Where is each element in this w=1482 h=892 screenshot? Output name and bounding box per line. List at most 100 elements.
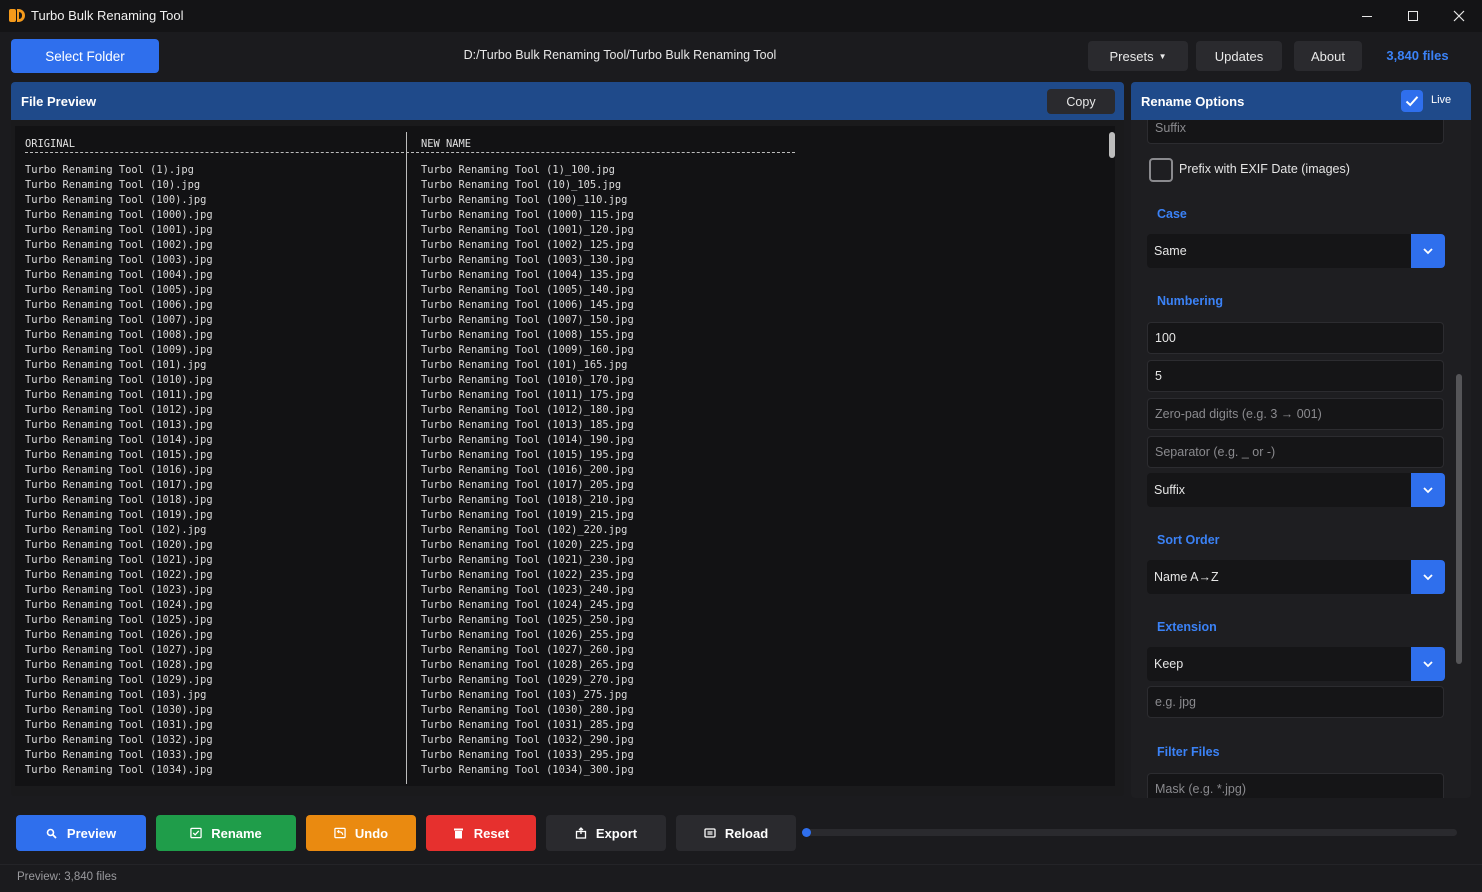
new-filename: Turbo Renaming Tool (101)_165.jpg	[421, 359, 628, 371]
chevron-down-icon[interactable]	[1411, 647, 1445, 681]
select-folder-button[interactable]: Select Folder	[11, 39, 159, 73]
title-bar: Turbo Bulk Renaming Tool	[0, 0, 1482, 32]
reload-label: Reload	[724, 825, 769, 841]
new-filename: Turbo Renaming Tool (1010)_170.jpg	[421, 374, 634, 386]
preview-row: Turbo Renaming Tool (1021).jpg Turbo Rena…	[15, 553, 1105, 568]
minimize-button[interactable]	[1344, 0, 1390, 32]
rename-options-header: Rename Options Live	[1131, 82, 1471, 120]
new-filename: Turbo Renaming Tool (1018)_210.jpg	[421, 494, 634, 506]
case-dropdown[interactable]: Same	[1147, 234, 1445, 268]
close-button[interactable]	[1436, 0, 1482, 32]
original-filename: Turbo Renaming Tool (1001).jpg	[25, 224, 213, 236]
copy-button[interactable]: Copy	[1047, 89, 1115, 114]
updates-button[interactable]: Updates	[1196, 41, 1282, 71]
undo-button[interactable]: Undo	[306, 815, 416, 851]
preview-row: Turbo Renaming Tool (1009).jpg Turbo Rena…	[15, 343, 1105, 358]
preview-row: Turbo Renaming Tool (1002).jpg Turbo Rena…	[15, 238, 1105, 253]
preview-text-area[interactable]: ORIGINAL NEW NAME Turbo Renaming Tool (1…	[15, 126, 1115, 786]
separator-input[interactable]: Separator (e.g. _ or -)	[1147, 436, 1444, 468]
numbering-step-input[interactable]: 5	[1147, 360, 1444, 392]
preview-row: Turbo Renaming Tool (1019).jpg Turbo Rena…	[15, 508, 1105, 523]
checkmark-icon	[1405, 96, 1419, 107]
original-filename: Turbo Renaming Tool (1002).jpg	[25, 239, 213, 251]
column-header-new-name: NEW NAME	[421, 138, 472, 150]
new-filename: Turbo Renaming Tool (1032)_290.jpg	[421, 734, 634, 746]
new-filename: Turbo Renaming Tool (1027)_260.jpg	[421, 644, 634, 656]
new-filename: Turbo Renaming Tool (1003)_130.jpg	[421, 254, 634, 266]
preview-row: Turbo Renaming Tool (100).jpg Turbo Renam…	[15, 193, 1105, 208]
chevron-down-icon[interactable]	[1411, 560, 1445, 594]
number-position-dropdown[interactable]: Suffix	[1147, 473, 1445, 507]
presets-label: Presets	[1109, 48, 1154, 64]
extension-section-label: Extension	[1157, 620, 1217, 634]
new-filename: Turbo Renaming Tool (103)_275.jpg	[421, 689, 628, 701]
new-filename: Turbo Renaming Tool (1012)_180.jpg	[421, 404, 634, 416]
preview-row: Turbo Renaming Tool (102).jpg Turbo Renam…	[15, 523, 1105, 538]
options-scrollbar[interactable]	[1456, 374, 1462, 664]
new-filename: Turbo Renaming Tool (1034)_300.jpg	[421, 764, 634, 776]
original-filename: Turbo Renaming Tool (1031).jpg	[25, 719, 213, 731]
undo-icon	[334, 827, 346, 839]
preview-row: Turbo Renaming Tool (1016).jpg Turbo Rena…	[15, 463, 1105, 478]
chevron-down-icon[interactable]	[1411, 473, 1445, 507]
case-section-label: Case	[1157, 207, 1187, 221]
filter-mask-input[interactable]: Mask (e.g. *.jpg)	[1147, 773, 1444, 798]
numbering-start-input[interactable]: 100	[1147, 322, 1444, 354]
extension-dropdown[interactable]: Keep	[1147, 647, 1445, 681]
preview-scrollbar[interactable]	[1109, 132, 1115, 158]
header-divider	[25, 152, 795, 153]
original-filename: Turbo Renaming Tool (1013).jpg	[25, 419, 213, 431]
preview-row: Turbo Renaming Tool (1027).jpg Turbo Rena…	[15, 643, 1105, 658]
chevron-down-icon[interactable]	[1411, 234, 1445, 268]
original-filename: Turbo Renaming Tool (100).jpg	[25, 194, 207, 206]
preview-row: Turbo Renaming Tool (1018).jpg Turbo Rena…	[15, 493, 1105, 508]
new-filename: Turbo Renaming Tool (1016)_200.jpg	[421, 464, 634, 476]
export-button[interactable]: Export	[546, 815, 666, 851]
preview-row: Turbo Renaming Tool (1005).jpg Turbo Rena…	[15, 283, 1105, 298]
preview-row: Turbo Renaming Tool (10).jpg Turbo Renami…	[15, 178, 1105, 193]
app-window: Turbo Bulk Renaming Tool Select Folder D…	[0, 0, 1482, 892]
new-filename: Turbo Renaming Tool (1026)_255.jpg	[421, 629, 634, 641]
export-icon	[575, 827, 587, 839]
rename-button[interactable]: Rename	[156, 815, 296, 851]
suffix-input[interactable]: Suffix	[1147, 120, 1444, 144]
exif-date-checkbox[interactable]	[1149, 158, 1173, 182]
original-filename: Turbo Renaming Tool (1006).jpg	[25, 299, 213, 311]
rename-options-title: Rename Options	[1141, 94, 1245, 109]
new-filename: Turbo Renaming Tool (1011)_175.jpg	[421, 389, 634, 401]
live-label: Live	[1431, 94, 1452, 106]
sort-order-dropdown[interactable]: Name A→Z	[1147, 560, 1445, 594]
reload-button[interactable]: Reload	[676, 815, 796, 851]
check-box-icon	[190, 827, 202, 839]
new-filename: Turbo Renaming Tool (1006)_145.jpg	[421, 299, 634, 311]
export-label: Export	[595, 825, 638, 841]
original-filename: Turbo Renaming Tool (1029).jpg	[25, 674, 213, 686]
preview-row: Turbo Renaming Tool (1000).jpg Turbo Rena…	[15, 208, 1105, 223]
original-filename: Turbo Renaming Tool (103).jpg	[25, 689, 207, 701]
window-title: Turbo Bulk Renaming Tool	[31, 8, 184, 23]
maximize-button[interactable]	[1390, 0, 1436, 32]
reset-button[interactable]: Reset	[426, 815, 536, 851]
undo-label: Undo	[354, 825, 389, 841]
presets-button[interactable]: Presets ▼	[1088, 41, 1188, 71]
new-filename: Turbo Renaming Tool (1008)_155.jpg	[421, 329, 634, 341]
preview-row: Turbo Renaming Tool (1024).jpg Turbo Rena…	[15, 598, 1105, 613]
zero-pad-input[interactable]: Zero-pad digits (e.g. 3 → 001)	[1147, 398, 1444, 430]
preview-button[interactable]: Preview	[16, 815, 146, 851]
original-filename: Turbo Renaming Tool (1025).jpg	[25, 614, 213, 626]
new-filename: Turbo Renaming Tool (1002)_125.jpg	[421, 239, 634, 251]
about-button[interactable]: About	[1294, 41, 1362, 71]
extension-input[interactable]: e.g. jpg	[1147, 686, 1444, 718]
original-filename: Turbo Renaming Tool (10).jpg	[25, 179, 201, 191]
rename-options-panel: Rename Options Live Suffix Prefix with E…	[1131, 82, 1471, 798]
preview-row: Turbo Renaming Tool (1025).jpg Turbo Rena…	[15, 613, 1105, 628]
preview-row: Turbo Renaming Tool (1033).jpg Turbo Rena…	[15, 748, 1105, 763]
live-checkbox[interactable]	[1401, 90, 1423, 112]
original-filename: Turbo Renaming Tool (1027).jpg	[25, 644, 213, 656]
original-filename: Turbo Renaming Tool (1003).jpg	[25, 254, 213, 266]
preview-row: Turbo Renaming Tool (1003).jpg Turbo Rena…	[15, 253, 1105, 268]
status-bar: Preview: 3,840 files	[0, 864, 1482, 892]
new-filename: Turbo Renaming Tool (1024)_245.jpg	[421, 599, 634, 611]
preview-row: Turbo Renaming Tool (1026).jpg Turbo Rena…	[15, 628, 1105, 643]
preview-row: Turbo Renaming Tool (1029).jpg Turbo Rena…	[15, 673, 1105, 688]
